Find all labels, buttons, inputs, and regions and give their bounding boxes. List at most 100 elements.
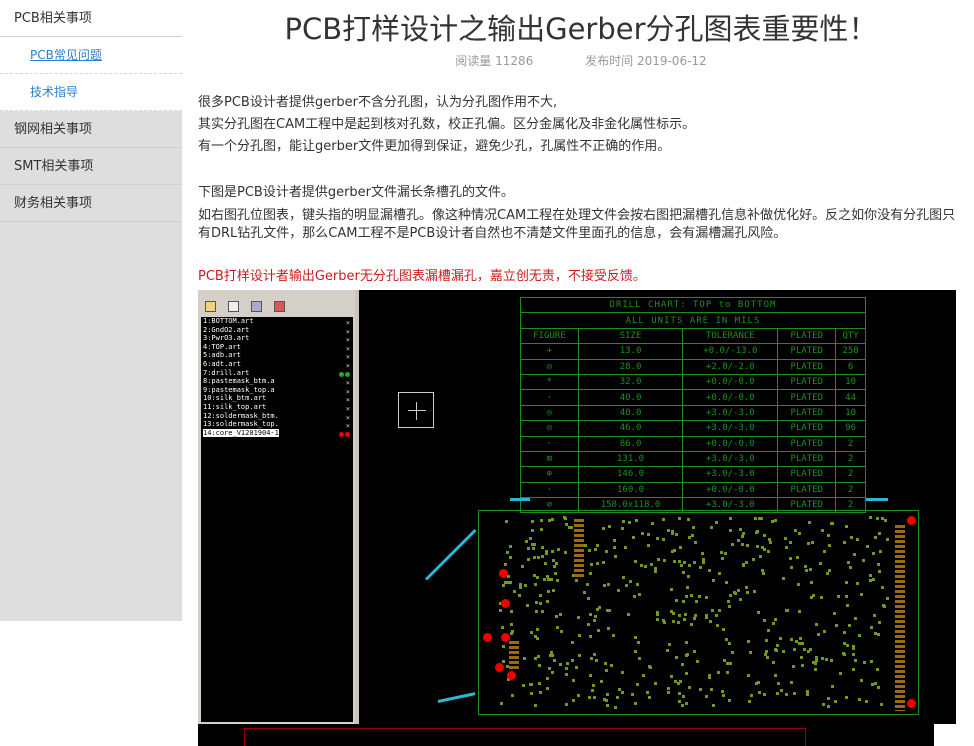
layers-icon[interactable] xyxy=(251,301,263,312)
board-pad xyxy=(690,533,694,537)
delete-icon[interactable] xyxy=(274,301,286,312)
board-pad xyxy=(728,699,732,703)
sidebar-item-tech-guide[interactable]: 技术指导 xyxy=(0,74,182,111)
board-pad xyxy=(869,659,873,663)
board-pad xyxy=(853,616,857,620)
text-line: 其实分孔图在CAM工程中是起到核对孔数，校正孔偏。区分金属化及非金化属性标示。 xyxy=(198,117,696,132)
board-pad xyxy=(532,555,536,559)
layer-item[interactable]: 3:PwrO3.art × xyxy=(201,334,353,344)
board-pad xyxy=(821,529,825,533)
board-pad xyxy=(762,534,766,538)
board-pad xyxy=(512,589,516,593)
board-pad xyxy=(541,546,544,550)
drill-cell: 44 xyxy=(835,389,866,406)
board-pad xyxy=(764,638,768,642)
board-pad xyxy=(749,650,753,654)
board-pad xyxy=(606,608,610,612)
board-pad xyxy=(550,650,554,654)
board-pad xyxy=(525,604,529,608)
drill-cell: ⊕ xyxy=(520,466,579,483)
layer-item[interactable]: 8:pastemask_btm.a × xyxy=(201,377,353,387)
layer-item[interactable]: 2:GndO2.art × xyxy=(201,326,353,336)
layer-item[interactable]: 7:drill.art xyxy=(201,369,353,378)
board-pad xyxy=(540,610,544,614)
board-pad xyxy=(523,583,527,587)
board-pad xyxy=(876,633,880,637)
board-pad xyxy=(631,535,635,539)
board-pad xyxy=(837,594,841,598)
board-pad xyxy=(638,592,642,596)
board-pad xyxy=(764,653,768,657)
board-pad xyxy=(728,594,732,598)
drill-cell: ◎ xyxy=(520,420,579,437)
board-pad xyxy=(736,589,740,592)
board-pad xyxy=(670,675,674,679)
board-pad xyxy=(746,673,750,677)
connector-header xyxy=(509,641,519,671)
folder-icon[interactable] xyxy=(205,301,216,312)
layer-visibility-icon[interactable] xyxy=(338,431,350,440)
drill-cell: 131.0 xyxy=(577,450,684,468)
board-pad xyxy=(799,636,803,640)
board-pad xyxy=(648,695,652,699)
board-pad xyxy=(833,611,837,615)
board-pad xyxy=(621,527,625,531)
connector-header xyxy=(895,525,905,711)
arrow-right-slot xyxy=(866,498,888,501)
board-pad xyxy=(876,685,880,689)
board-pad xyxy=(793,691,796,695)
board-pad xyxy=(588,673,592,677)
layer-item[interactable]: 6:adt.art × xyxy=(201,360,353,370)
layer-name: 1:BOTTOM.art xyxy=(203,317,254,325)
board-pad xyxy=(847,623,851,627)
layer-item[interactable]: 14:core_V1201904-1 xyxy=(201,428,353,440)
drill-row: ◎ 46.0 +3.0/-3.0 PLATED 96 xyxy=(520,420,866,437)
layer-name: 7:drill.art xyxy=(203,368,250,377)
board-pad xyxy=(708,620,712,624)
sidebar-item-finance[interactable]: 财务相关事项 xyxy=(0,185,182,222)
sidebar-item-pcb-faq[interactable]: PCB常见问题 xyxy=(0,37,182,74)
copy-icon[interactable] xyxy=(228,301,240,312)
board-pad xyxy=(509,631,513,635)
board-pad xyxy=(808,567,812,571)
board-pad xyxy=(671,549,675,553)
board-pad xyxy=(814,622,818,626)
sidebar-item-pcb[interactable]: PCB相关事项 xyxy=(0,0,182,37)
drill-cell: PLATED xyxy=(777,373,837,391)
board-pad xyxy=(684,613,688,617)
board-pad xyxy=(592,683,596,687)
board-pad xyxy=(830,521,834,525)
board-pad xyxy=(791,664,795,668)
board-pad xyxy=(784,546,788,550)
board-pad xyxy=(727,599,731,603)
layer-item[interactable]: 11:silk_top.art × xyxy=(201,403,353,413)
board-pad xyxy=(662,518,666,522)
warning-text: PCB打样设计者输出Gerber无分孔图表漏槽漏孔，嘉立创无责，不接受反馈。 xyxy=(198,269,646,284)
board-pad xyxy=(757,610,761,614)
board-pad xyxy=(587,596,591,600)
board-pad xyxy=(776,644,780,648)
board-pad xyxy=(826,697,830,701)
layer-item[interactable]: 5:adb.art × xyxy=(201,351,353,361)
drill-cell: 86.0 xyxy=(577,435,684,452)
board-pad xyxy=(575,579,579,583)
layer-item[interactable]: 10:silk_btm.art × xyxy=(201,394,353,404)
layer-item[interactable]: 4:TOP.art × xyxy=(201,343,353,353)
board-pad xyxy=(646,691,650,695)
board-pad xyxy=(667,643,671,647)
layer-item[interactable]: 12:soldermask_btm. × xyxy=(201,412,353,422)
sidebar-item-stencil[interactable]: 钢网相关事项 xyxy=(0,111,182,148)
board-pad xyxy=(687,535,691,539)
layer-item[interactable]: 9:pastemask_top.a × xyxy=(201,386,353,396)
layer-item[interactable]: 13:soldermask_top. × xyxy=(201,420,353,430)
board-pad xyxy=(518,582,522,586)
board-pad xyxy=(722,693,726,697)
board-pad xyxy=(688,563,692,567)
layer-item[interactable]: 1:BOTTOM.art × xyxy=(201,317,353,327)
sidebar: PCB相关事项 PCB常见问题 技术指导 钢网相关事项 SMT相关事项 财务相关… xyxy=(0,0,182,621)
board-pad xyxy=(844,696,848,700)
board-pad xyxy=(549,577,553,581)
sidebar-item-smt[interactable]: SMT相关事项 xyxy=(0,148,182,185)
board-pad xyxy=(530,519,534,523)
drill-cell: +2.0/-2.0 xyxy=(682,358,779,375)
